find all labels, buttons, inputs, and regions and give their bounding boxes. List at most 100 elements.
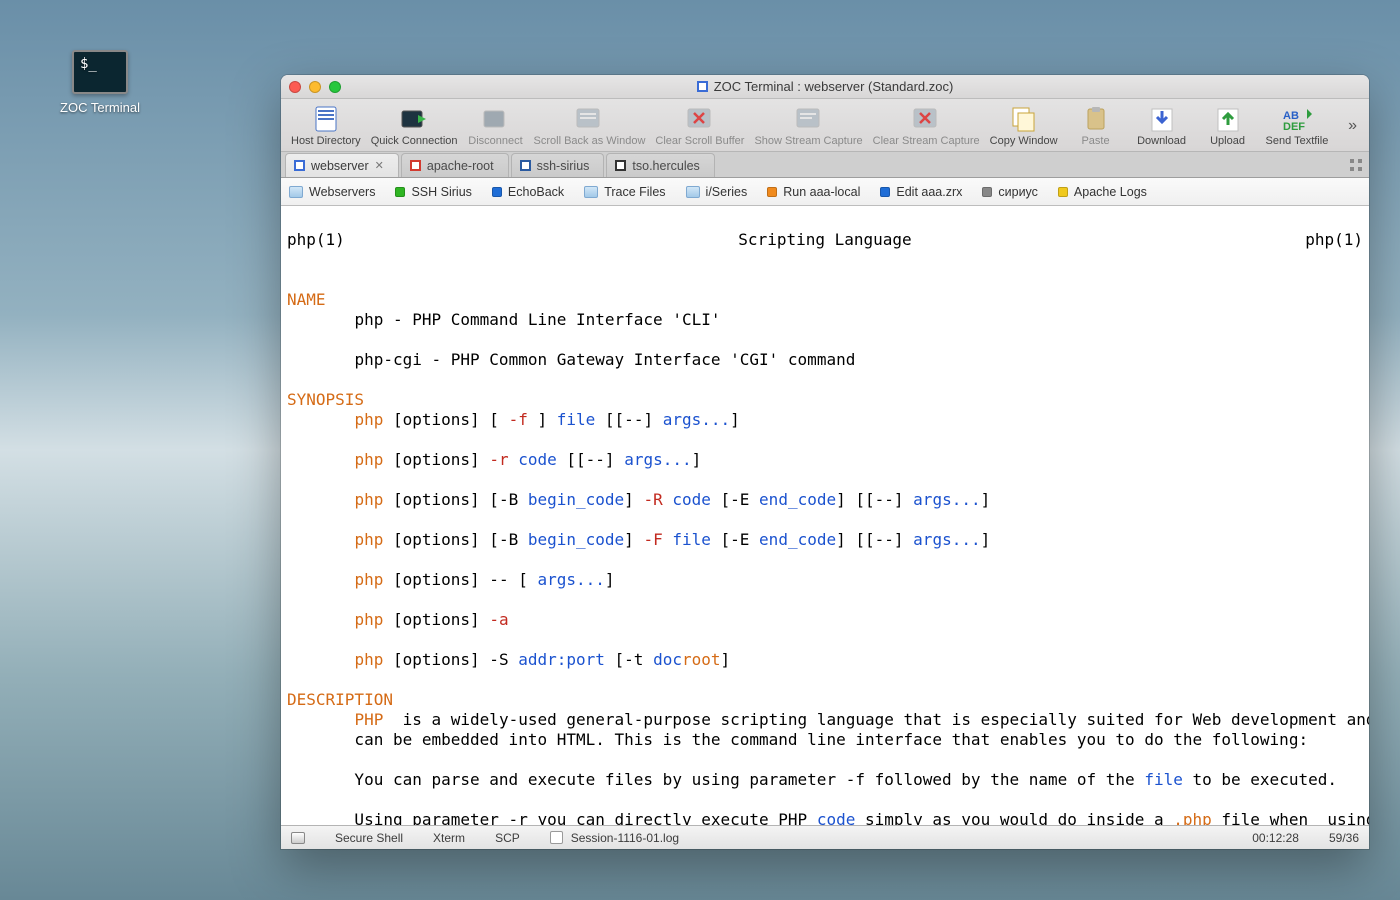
quick-echoback[interactable]: EchoBack (492, 185, 564, 199)
section-synopsis: SYNOPSIS (287, 390, 364, 409)
quick-label: Webservers (309, 185, 375, 199)
tab-grid-icon[interactable] (1349, 158, 1363, 172)
status-connection[interactable]: Secure Shell (335, 831, 403, 845)
host-directory-icon (308, 105, 344, 133)
tab-label: webserver (311, 159, 369, 173)
toolbar-paste: Paste (1064, 105, 1128, 147)
tab-ssh-sirius[interactable]: ssh-sirius (511, 153, 605, 177)
svg-text:DEF: DEF (1283, 121, 1305, 133)
tab-icon (410, 160, 421, 171)
quick-run-aaa-local[interactable]: Run aaa-local (767, 185, 860, 199)
tab-close-icon[interactable]: ✕ (375, 159, 384, 172)
titlebar[interactable]: ZOC Terminal : webserver (Standard.zoc) (281, 75, 1369, 99)
quick-label: SSH Sirius (411, 185, 471, 199)
zoom-button[interactable] (329, 81, 341, 93)
quick-label: EchoBack (508, 185, 564, 199)
tab-icon (294, 160, 305, 171)
quick-i-series[interactable]: i/Series (686, 185, 748, 199)
statusbar: Secure Shell Xterm SCP Session-1116-01.l… (281, 825, 1369, 849)
tab-label: ssh-sirius (537, 159, 590, 173)
toolbar-label: Show Stream Capture (754, 135, 862, 147)
show-stream-capture-icon (791, 105, 827, 133)
desktop-icon-zoc[interactable]: ZOC Terminal (55, 50, 145, 115)
quick-webservers[interactable]: Webservers (289, 185, 375, 199)
tab-label: apache-root (427, 159, 494, 173)
toolbar-label: Clear Scroll Buffer (655, 135, 744, 147)
folder-icon (289, 186, 303, 198)
toolbar-quick-connection[interactable]: Quick Connection (367, 105, 462, 147)
quick-edit-aaa-zrx[interactable]: Edit aaa.zrx (880, 185, 962, 199)
folder-icon (584, 186, 598, 198)
toolbar-upload[interactable]: Upload (1196, 105, 1260, 147)
toolbar-label: Send Textfile (1266, 135, 1329, 147)
toolbar-host-directory[interactable]: Host Directory (287, 105, 365, 147)
quick-ssh-sirius[interactable]: SSH Sirius (395, 185, 471, 199)
log-checkbox[interactable] (550, 831, 563, 844)
tab-strip: webserver ✕ apache-root ssh-sirius tso.hercu… (281, 152, 1369, 178)
window-title: ZOC Terminal : webserver (Standard.zoc) (714, 79, 954, 94)
toolbar-label: Clear Stream Capture (873, 135, 980, 147)
toolbar-scrollback-window: Scroll Back as Window (530, 105, 650, 147)
toolbar-clear-scroll-buffer: Clear Scroll Buffer (651, 105, 748, 147)
man-header-center: Scripting Language (345, 230, 1305, 250)
minimize-button[interactable] (309, 81, 321, 93)
quick-label: i/Series (706, 185, 748, 199)
quick-label: Run aaa-local (783, 185, 860, 199)
toolbar-show-stream-capture: Show Stream Capture (750, 105, 866, 147)
section-description: DESCRIPTION (287, 690, 393, 709)
toolbar-label: Quick Connection (371, 135, 458, 147)
status-protocol[interactable]: SCP (495, 831, 520, 845)
toolbar-label: Host Directory (291, 135, 361, 147)
man-name-line2: php-cgi - PHP Common Gateway Interface '… (354, 350, 855, 369)
man-header-left: php(1) (287, 230, 345, 250)
quick--[interactable]: сириус (982, 185, 1038, 199)
bullet-icon (1058, 187, 1068, 197)
tab-label: tso.hercules (632, 159, 699, 173)
quick-apache-logs[interactable]: Apache Logs (1058, 185, 1147, 199)
tab-webserver[interactable]: webserver ✕ (285, 153, 399, 177)
quick-label: Trace Files (604, 185, 665, 199)
toolbar-label: Upload (1210, 135, 1245, 147)
tab-apache-root[interactable]: apache-root (401, 153, 509, 177)
man-header-right: php(1) (1305, 230, 1363, 250)
toolbar-download[interactable]: Download (1130, 105, 1194, 147)
clear-scroll-buffer-icon (682, 105, 718, 133)
bullet-icon (395, 187, 405, 197)
toolbar-label: Disconnect (468, 135, 522, 147)
quick-trace-files[interactable]: Trace Files (584, 185, 665, 199)
quick-label: Edit aaa.zrx (896, 185, 962, 199)
toolbar-copy-window[interactable]: Copy Window (986, 105, 1062, 147)
toolbar-overflow[interactable]: » (1348, 117, 1363, 135)
quick-label: Apache Logs (1074, 185, 1147, 199)
folder-icon (686, 186, 700, 198)
bullet-icon (982, 187, 992, 197)
connection-status-icon (291, 832, 305, 844)
toolbar-disconnect: Disconnect (464, 105, 528, 147)
clear-stream-capture-icon (908, 105, 944, 133)
quick-connection-icon (396, 105, 432, 133)
status-term-type[interactable]: Xterm (433, 831, 465, 845)
app-title-icon (697, 81, 708, 92)
app-window: ZOC Terminal : webserver (Standard.zoc) … (281, 75, 1369, 849)
toolbar: Host Directory Quick Connection Disconnect… (281, 99, 1369, 152)
status-time: 00:12:28 (1252, 831, 1299, 845)
bullet-icon (767, 187, 777, 197)
upload-icon (1210, 105, 1246, 133)
tab-tso-hercules[interactable]: tso.hercules (606, 153, 714, 177)
quick-label: сириус (998, 185, 1038, 199)
disconnect-icon (478, 105, 514, 133)
status-pos: 59/36 (1329, 831, 1359, 845)
quickbar: Webservers SSH Sirius EchoBack Trace Files i… (281, 178, 1369, 206)
copy-window-icon (1006, 105, 1042, 133)
status-log-file[interactable]: Session-1116-01.log (571, 831, 679, 845)
close-button[interactable] (289, 81, 301, 93)
terminal-view[interactable]: php(1)Scripting Languagephp(1) NAME php … (281, 206, 1369, 825)
scrollback-window-icon (571, 105, 607, 133)
tab-icon (520, 160, 531, 171)
toolbar-clear-stream-capture: Clear Stream Capture (869, 105, 984, 147)
toolbar-label: Download (1137, 135, 1186, 147)
toolbar-send-textfile[interactable]: ABDEF Send Textfile (1262, 105, 1333, 147)
send-textfile-icon: ABDEF (1279, 105, 1315, 133)
desktop-icon-label: ZOC Terminal (55, 100, 145, 115)
toolbar-label: Paste (1081, 135, 1109, 147)
